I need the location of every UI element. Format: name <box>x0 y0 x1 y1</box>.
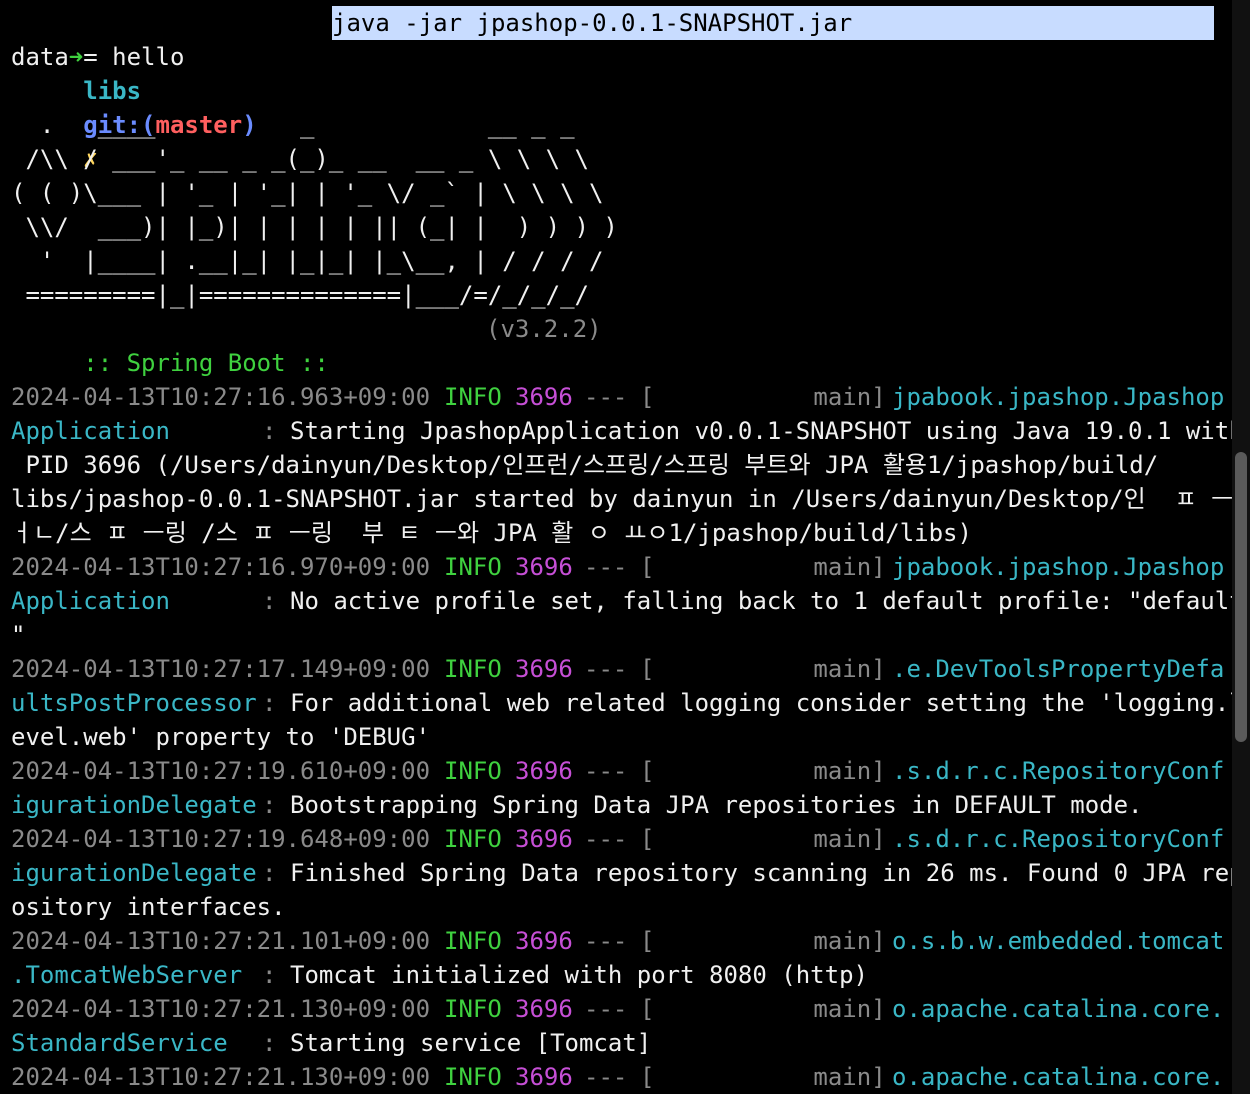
scrollbar-thumb[interactable] <box>1235 452 1247 742</box>
log-logger: jpabook.jpashop.Jpashop <box>892 383 1225 411</box>
log-colon: : <box>262 961 277 989</box>
log-pid: 3696 <box>515 655 573 683</box>
log-separator: --- <box>584 757 628 785</box>
log-level: INFO <box>444 757 502 785</box>
log-logger-continued: StandardService <box>11 1029 228 1057</box>
log-thread: [ main] <box>640 383 886 411</box>
log-logger: o.apache.catalina.core. <box>892 1063 1225 1091</box>
log-logger: .e.DevToolsPropertyDefa <box>892 655 1225 683</box>
log-level: INFO <box>444 553 502 581</box>
log-message: No active profile set, falling back to 1… <box>290 587 1244 615</box>
log-timestamp: 2024-04-13T10:27:21.101+09:00 <box>11 927 431 955</box>
log-message-continued: evel.web' property to 'DEBUG' <box>11 723 431 751</box>
log-timestamp: 2024-04-13T10:27:19.610+09:00 <box>11 757 431 785</box>
log-pid: 3696 <box>515 383 573 411</box>
log-message: Bootstrapping Spring Data JPA repositori… <box>290 791 1143 819</box>
banner-line: /\\ / ___'_ __ _ _(_)_ __ __ _ \ \ \ \ <box>11 145 589 173</box>
spring-boot-line: :: Spring Boot :: <box>11 312 343 377</box>
log-message: Starting service [Tomcat] <box>290 1029 652 1057</box>
log-message-continued: ository interfaces. <box>11 893 286 921</box>
log-timestamp: 2024-04-13T10:27:21.130+09:00 <box>11 1063 431 1091</box>
log-message-continued: " <box>11 621 26 649</box>
spring-boot-label: :: Spring Boot :: <box>68 349 344 377</box>
command-input[interactable]: java -jar jpashop-0.0.1-SNAPSHOT.jar <box>332 6 1214 40</box>
log-thread: [ main] <box>640 757 886 785</box>
log-separator: --- <box>584 927 628 955</box>
prompt-directory: libs <box>83 77 142 105</box>
log-message: Starting JpashopApplication v0.0.1-SNAPS… <box>290 417 1244 445</box>
log-logger: o.s.b.w.embedded.tomcat <box>892 927 1225 955</box>
banner-line: . ____ _ __ _ _ <box>11 111 575 139</box>
log-message: For additional web related logging consi… <box>290 689 1244 717</box>
log-timestamp: 2024-04-13T10:27:17.149+09:00 <box>11 655 431 683</box>
log-separator: --- <box>584 995 628 1023</box>
log-logger-continued: .TomcatWebServer <box>11 961 243 989</box>
log-colon: : <box>262 587 277 615</box>
log-thread: [ main] <box>640 655 886 683</box>
log-level: INFO <box>444 927 502 955</box>
log-logger: jpabook.jpashop.Jpashop <box>892 553 1225 581</box>
log-message: Tomcat initialized with port 8080 (http) <box>290 961 868 989</box>
log-level: INFO <box>444 825 502 853</box>
vertical-scrollbar[interactable] <box>1232 0 1250 1094</box>
log-timestamp: 2024-04-13T10:27:16.970+09:00 <box>11 553 431 581</box>
log-pid: 3696 <box>515 825 573 853</box>
banner-line: ( ( )\___ | '_ | '_| | '_ \/ _` | \ \ \ … <box>11 179 604 207</box>
log-colon: : <box>262 417 277 445</box>
log-timestamp: 2024-04-13T10:27:19.648+09:00 <box>11 825 431 853</box>
log-thread: [ main] <box>640 1063 886 1091</box>
log-thread: [ main] <box>640 927 886 955</box>
log-pid: 3696 <box>515 553 573 581</box>
log-separator: --- <box>584 1063 628 1091</box>
log-level: INFO <box>444 383 502 411</box>
log-separator: --- <box>584 655 628 683</box>
data-output-line: data = hello <box>11 43 185 71</box>
log-level: INFO <box>444 655 502 683</box>
log-logger-continued: Application <box>11 417 170 445</box>
log-logger-continued: igurationDelegate <box>11 791 257 819</box>
log-logger: o.apache.catalina.core. <box>892 995 1225 1023</box>
banner-line: \\/ ___)| |_)| | | | | || (_| | ) ) ) ) <box>11 213 618 241</box>
prompt-line: ➜ libs git:(master) ✗ <box>11 6 257 173</box>
banner-line: =========|_|==============|___/=/_/_/_/ <box>11 281 589 309</box>
log-separator: --- <box>584 825 628 853</box>
log-timestamp: 2024-04-13T10:27:21.130+09:00 <box>11 995 431 1023</box>
log-logger-continued: Application <box>11 587 170 615</box>
log-message: Finished Spring Data repository scanning… <box>290 859 1244 887</box>
log-thread: [ main] <box>640 995 886 1023</box>
log-pid: 3696 <box>515 757 573 785</box>
log-pid: 3696 <box>515 1063 573 1091</box>
log-thread: [ main] <box>640 825 886 853</box>
log-colon: : <box>262 1029 277 1057</box>
spring-boot-version: (v3.2.2) <box>486 315 602 343</box>
banner-line: ' |____| .__|_| |_|_| |_\__, | / / / / <box>11 247 604 275</box>
log-logger-continued: igurationDelegate <box>11 859 257 887</box>
log-message-continued: libs/jpashop-0.0.1-SNAPSHOT.jar started … <box>11 485 1250 513</box>
log-separator: --- <box>584 553 628 581</box>
log-pid: 3696 <box>515 927 573 955</box>
log-timestamp: 2024-04-13T10:27:16.963+09:00 <box>11 383 431 411</box>
log-pid: 3696 <box>515 995 573 1023</box>
log-message-continued: ㅓㄴ/스 ㅍ ㅡ링 /스 ㅍ ㅡ링 부 ㅌ ㅡ와 JPA 활 ㅇ ㅛㅇ1/jpa… <box>11 519 972 547</box>
log-colon: : <box>262 689 277 717</box>
log-logger: .s.d.r.c.RepositoryConf <box>892 757 1225 785</box>
log-level: INFO <box>444 995 502 1023</box>
log-colon: : <box>262 791 277 819</box>
log-thread: [ main] <box>640 553 886 581</box>
log-separator: --- <box>584 383 628 411</box>
log-colon: : <box>262 859 277 887</box>
log-level: INFO <box>444 1063 502 1091</box>
log-logger-continued: ultsPostProcessor <box>11 689 257 717</box>
log-message-continued: PID 3696 (/Users/dainyun/Desktop/인프런/스프링… <box>11 451 1159 479</box>
log-logger: .s.d.r.c.RepositoryConf <box>892 825 1225 853</box>
terminal-window[interactable]: ➜ libs git:(master) ✗ java -jar jpashop-… <box>0 0 1250 1094</box>
